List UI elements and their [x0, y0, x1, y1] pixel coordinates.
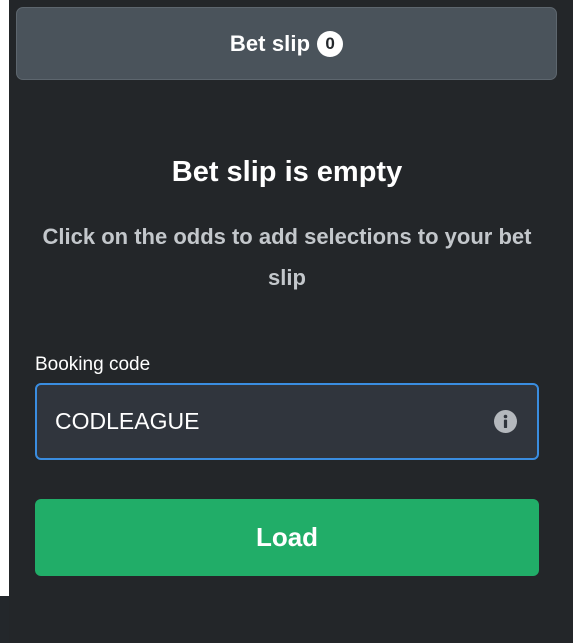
- bet-slip-header[interactable]: Bet slip 0: [16, 7, 557, 80]
- info-icon[interactable]: [494, 410, 517, 433]
- empty-state-title: Bet slip is empty: [171, 156, 403, 188]
- empty-state-description: Click on the odds to add selections to y…: [42, 224, 532, 290]
- booking-code-input[interactable]: [55, 385, 475, 458]
- booking-code-label: Booking code: [35, 354, 151, 375]
- bet-count-badge: 0: [317, 30, 344, 57]
- load-button[interactable]: Load: [35, 499, 539, 576]
- booking-code-field[interactable]: [35, 383, 539, 460]
- bet-slip-panel: Bet slip 0 Bet slip is empty Click on th…: [9, 0, 573, 643]
- bet-slip-title: Bet slip: [229, 30, 311, 56]
